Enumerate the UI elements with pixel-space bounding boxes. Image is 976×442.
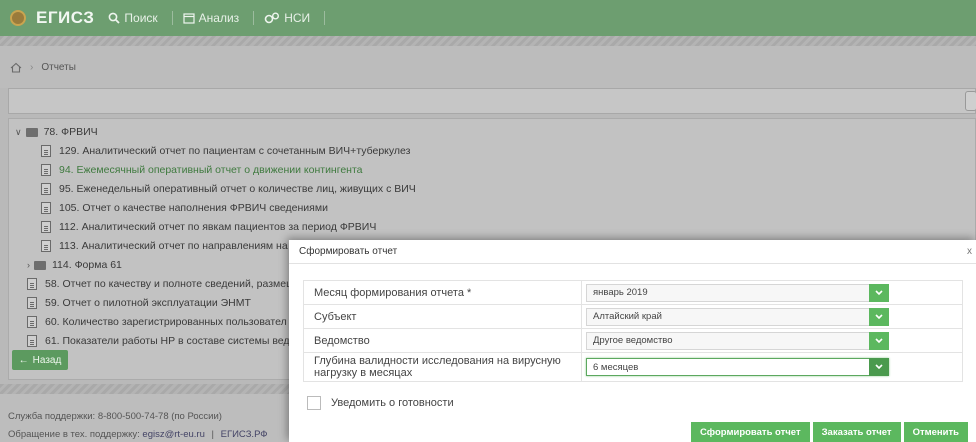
contact-prefix: Обращение в тех. поддержку: <box>8 429 140 440</box>
nav-divider <box>253 11 255 25</box>
support-email-link[interactable]: egisz@rt-eu.ru <box>142 429 204 440</box>
list-item[interactable]: 60. Количество зарегистрированных пользо… <box>27 313 287 331</box>
form-row-subject: Субъект Алтайский край <box>303 304 963 328</box>
chevron-down-icon[interactable] <box>869 331 889 350</box>
document-icon <box>27 316 37 328</box>
document-icon <box>27 278 37 290</box>
report-label: 105. Отчет о качестве наполнения ФРВИЧ с… <box>59 202 328 214</box>
report-label: 61. Показатели работы НР в составе систе… <box>45 335 290 347</box>
folder-open-icon <box>25 127 38 137</box>
decorative-stripe <box>0 36 976 46</box>
validity-select[interactable]: 6 месяцев <box>586 358 889 376</box>
list-item[interactable]: 61. Показатели работы НР в составе систе… <box>27 332 290 350</box>
order-report-button[interactable]: Заказать отчет <box>812 422 901 442</box>
report-label: 59. Отчет о пилотной эксплуатации ЭНМТ <box>45 297 251 309</box>
chevron-right-icon: › <box>30 61 34 73</box>
breadcrumb-current: Отчеты <box>41 61 76 73</box>
close-icon[interactable]: x <box>967 246 972 257</box>
select-value: январь 2019 <box>593 287 648 298</box>
notify-checkbox[interactable] <box>307 396 321 410</box>
document-icon <box>27 335 37 347</box>
document-icon <box>41 221 51 233</box>
list-item[interactable]: 112. Аналитический отчет по явкам пациен… <box>41 218 376 236</box>
report-label: 129. Аналитический отчет по пациентам с … <box>59 145 411 157</box>
gears-icon <box>264 12 280 24</box>
top-navbar: ЕГИСЗ Поиск Анализ НСИ <box>0 0 976 36</box>
chevron-right-icon[interactable]: › <box>27 260 30 270</box>
site-link[interactable]: ЕГИСЗ.РФ <box>221 429 268 440</box>
search-icon <box>109 12 121 24</box>
report-form: Месяц формирования отчета * январь 2019 … <box>303 280 963 382</box>
nav-analysis[interactable]: Анализ <box>183 11 240 25</box>
document-icon <box>41 164 51 176</box>
field-label: Ведомство <box>304 329 582 352</box>
notify-label: Уведомить о готовности <box>331 397 454 409</box>
month-select[interactable]: январь 2019 <box>586 283 889 302</box>
tree-group-label: 78. ФРВИЧ <box>43 126 98 138</box>
list-item[interactable]: 58. Отчет по качеству и полноте сведений… <box>27 275 295 293</box>
field-label: Глубина валидности исследования на вирус… <box>304 353 582 381</box>
emblem-logo <box>10 10 26 26</box>
report-label: 112. Аналитический отчет по явкам пациен… <box>59 221 377 233</box>
report-label: 60. Количество зарегистрированных пользо… <box>45 316 287 328</box>
tree-subfolder[interactable]: › 114. Форма 61 <box>27 256 122 274</box>
select-value: Алтайский край <box>593 311 662 322</box>
select-value: 6 месяцев <box>593 361 639 373</box>
nav-analysis-label: Анализ <box>198 11 240 25</box>
form-row-month: Месяц формирования отчета * январь 2019 <box>303 280 963 304</box>
report-label: 95. Еженедельный оперативный отчет о кол… <box>59 183 416 195</box>
chevron-down-icon[interactable] <box>869 283 889 302</box>
nav-nsi-label: НСИ <box>284 11 311 25</box>
chevron-down-icon[interactable] <box>869 307 889 326</box>
nav-search[interactable]: Поиск <box>108 11 158 25</box>
breadcrumb: › Отчеты <box>0 46 976 88</box>
home-icon[interactable] <box>10 62 22 73</box>
document-icon <box>41 202 51 214</box>
nav-divider <box>171 11 173 25</box>
list-item[interactable]: 105. Отчет о качестве наполнения ФРВИЧ с… <box>41 199 328 217</box>
field-label: Месяц формирования отчета * <box>304 281 582 304</box>
folder-icon <box>34 260 46 270</box>
footer-divider: | <box>211 429 214 440</box>
cancel-button[interactable]: Отменить <box>903 422 968 442</box>
notify-checkbox-row[interactable]: Уведомить о готовности <box>307 396 454 410</box>
list-item[interactable]: 95. Еженедельный оперативный отчет о кол… <box>41 180 416 198</box>
arrow-left-icon: ← <box>18 354 29 366</box>
document-icon <box>27 297 37 309</box>
subfolder-label: 114. Форма 61 <box>52 259 122 271</box>
list-item[interactable]: 59. Отчет о пилотной эксплуатации ЭНМТ <box>27 294 251 312</box>
calendar-icon <box>183 13 195 24</box>
department-select[interactable]: Другое ведомство <box>586 331 889 350</box>
subject-select[interactable]: Алтайский край <box>586 307 889 326</box>
generate-report-dialog: Сформировать отчет x Месяц формирования … <box>289 240 976 442</box>
generate-report-button[interactable]: Сформировать отчет <box>691 422 810 442</box>
tree-group-frvich[interactable]: ∨ 78. ФРВИЧ <box>15 123 98 141</box>
nav-divider <box>324 11 326 25</box>
form-row-validity: Глубина валидности исследования на вирус… <box>303 352 963 382</box>
field-label: Субъект <box>304 305 582 328</box>
chevron-down-icon[interactable]: ∨ <box>15 127 22 138</box>
nav-search-label: Поиск <box>124 11 158 25</box>
filter-bar[interactable] <box>8 88 976 114</box>
back-button[interactable]: ← Назад <box>12 350 68 370</box>
back-button-label: Назад <box>32 354 62 366</box>
brand-title[interactable]: ЕГИСЗ <box>36 8 94 28</box>
list-item[interactable]: 129. Аналитический отчет по пациентам с … <box>41 142 410 160</box>
chevron-down-icon[interactable] <box>869 358 889 376</box>
dialog-actions: Сформировать отчет Заказать отчет Отмени… <box>688 422 968 442</box>
document-icon <box>41 145 51 157</box>
nav-nsi[interactable]: НСИ <box>264 11 310 25</box>
dialog-title: Сформировать отчет <box>299 246 398 257</box>
report-label: 94. Ежемесячный оперативный отчет о движ… <box>59 164 363 176</box>
select-value: Другое ведомство <box>593 335 673 346</box>
dialog-header: Сформировать отчет <box>289 240 976 264</box>
list-item-selected[interactable]: 94. Ежемесячный оперативный отчет о движ… <box>41 161 363 179</box>
report-label: 58. Отчет по качеству и полноте сведений… <box>45 278 295 290</box>
filter-button[interactable] <box>965 91 976 111</box>
document-icon <box>41 240 51 252</box>
form-row-department: Ведомство Другое ведомство <box>303 328 963 352</box>
document-icon <box>41 183 51 195</box>
